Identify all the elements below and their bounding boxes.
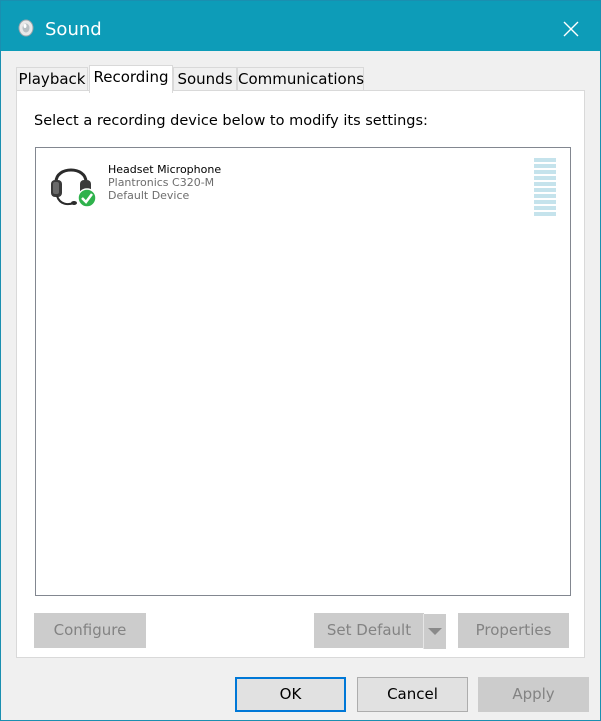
device-name: Headset Microphone	[108, 163, 222, 176]
level-meter-segment	[534, 164, 556, 168]
level-meter-segment	[534, 170, 556, 174]
default-check-icon	[77, 188, 96, 208]
instruction-text: Select a recording device below to modif…	[34, 113, 428, 129]
level-meter-segment	[534, 188, 556, 192]
recording-panel: Select a recording device below to modif…	[16, 90, 585, 658]
device-list[interactable]: Headset Microphone Plantronics C320-M De…	[35, 147, 571, 596]
tab-playback[interactable]: Playback	[16, 67, 88, 91]
window-title: Sound	[45, 19, 102, 40]
title-bar[interactable]: Sound	[1, 1, 600, 51]
set-default-button[interactable]: Set Default	[314, 613, 424, 648]
tab-sounds[interactable]: Sounds	[173, 67, 237, 91]
close-button[interactable]	[553, 11, 589, 47]
chevron-down-icon	[428, 628, 442, 635]
properties-button[interactable]: Properties	[458, 613, 569, 648]
device-status: Default Device	[108, 189, 190, 202]
close-icon	[563, 21, 579, 37]
configure-button[interactable]: Configure	[34, 613, 146, 648]
level-meter-segment	[534, 158, 556, 162]
tab-recording[interactable]: Recording	[89, 65, 173, 93]
level-meter-segment	[534, 182, 556, 186]
tab-communications[interactable]: Communications	[237, 67, 364, 91]
device-model: Plantronics C320-M	[108, 176, 215, 189]
sound-dialog: Sound Playback Recording Sounds Communic…	[0, 0, 601, 721]
set-default-dropdown-button[interactable]	[423, 614, 446, 649]
level-meter-segment	[534, 212, 556, 216]
device-item-headset-microphone[interactable]: Headset Microphone Plantronics C320-M De…	[46, 156, 556, 216]
level-meter-segment	[534, 176, 556, 180]
cancel-button[interactable]: Cancel	[357, 677, 468, 712]
ok-button[interactable]: OK	[235, 677, 346, 712]
speaker-icon	[18, 19, 34, 37]
apply-button[interactable]: Apply	[478, 677, 589, 712]
level-meter	[534, 158, 556, 218]
level-meter-segment	[534, 194, 556, 198]
level-meter-segment	[534, 200, 556, 204]
level-meter-segment	[534, 206, 556, 210]
headset-icon	[51, 168, 96, 208]
